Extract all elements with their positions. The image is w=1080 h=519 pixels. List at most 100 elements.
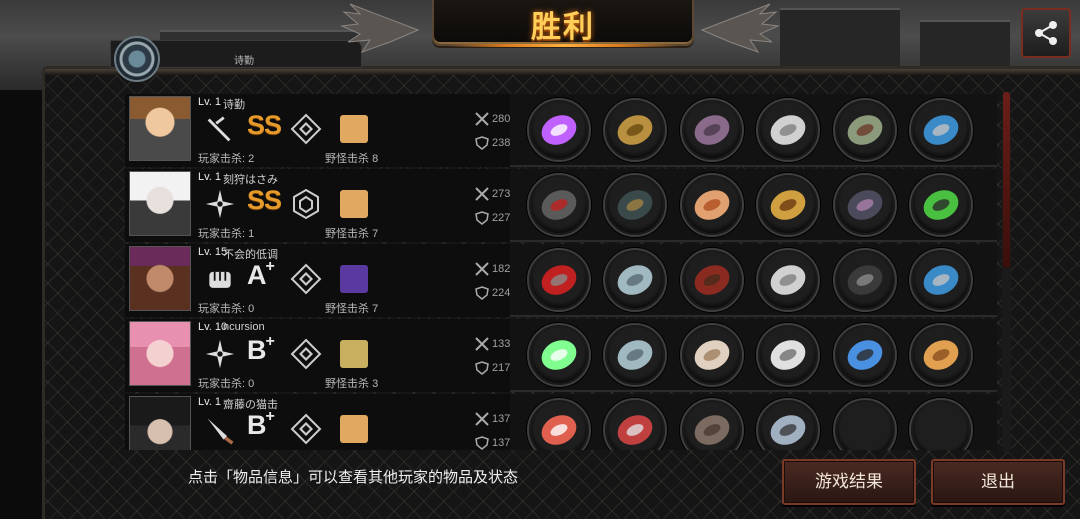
shield-icon [475, 136, 489, 150]
player-rank: B+ [247, 408, 275, 441]
item-slot[interactable] [603, 173, 667, 237]
left-wing-ornament [340, 3, 420, 53]
shield-icon [475, 436, 489, 450]
item-slot[interactable] [603, 98, 667, 162]
player-rank: B+ [247, 333, 275, 366]
crossed-swords-icon [475, 187, 489, 201]
right-wing-ornament [700, 3, 780, 53]
shuriken-icon [201, 186, 239, 222]
player-kills: 玩家击杀: 0 [198, 378, 255, 390]
share-button[interactable] [1021, 8, 1071, 58]
item-slot[interactable] [833, 248, 897, 312]
item-slot[interactable] [909, 398, 973, 450]
player-name: 诗勤 [223, 99, 245, 111]
item-slot[interactable] [833, 98, 897, 162]
crossed-swords-icon [475, 262, 489, 276]
item-slot[interactable] [680, 98, 744, 162]
game-results-button[interactable]: 游戏结果 [782, 459, 916, 505]
player-kills: 玩家击杀: 2 [198, 153, 255, 165]
shield-icon [475, 211, 489, 225]
item-slot[interactable] [833, 398, 897, 450]
knife-icon [201, 411, 239, 447]
victory-title: 胜利 [531, 11, 595, 44]
item-slot[interactable] [909, 173, 973, 237]
player-rank: SS [247, 185, 282, 216]
rank-letter: SS [247, 185, 282, 215]
player-portrait[interactable] [129, 96, 191, 161]
self-avatar [114, 36, 160, 82]
item-slot[interactable] [833, 323, 897, 387]
exit-button[interactable]: 退出 [931, 459, 1065, 505]
defense-stat: 227 [475, 211, 510, 225]
scrollbar-thumb[interactable] [1003, 92, 1010, 268]
item-slot[interactable] [756, 98, 820, 162]
item-slot[interactable] [909, 98, 973, 162]
item-slot[interactable] [527, 398, 591, 450]
item-slot[interactable] [833, 173, 897, 237]
item-slot[interactable] [527, 173, 591, 237]
player-portrait[interactable] [129, 396, 191, 450]
monster-icon [340, 415, 368, 443]
item-slot[interactable] [527, 323, 591, 387]
self-player-name: 诗勤 [234, 56, 254, 67]
hint-text: 点击「物品信息」可以查看其他玩家的物品及状态 [188, 469, 519, 486]
item-slot[interactable] [603, 323, 667, 387]
player-row[interactable]: Lv. 15 不会的低调 A+ 玩家击杀: 0 野怪击杀 7 182 224 [125, 244, 997, 317]
item-slot[interactable] [603, 248, 667, 312]
shuriken-icon [201, 336, 239, 372]
player-kills: 玩家击杀: 0 [198, 303, 255, 315]
defense-stat: 224 [475, 286, 510, 300]
rank-letter: B [247, 335, 266, 365]
player-row[interactable]: Lv. 10 ncursion B+ 玩家击杀: 0 野怪击杀 3 133 217 [125, 319, 997, 392]
attack-stat: 133 [475, 337, 510, 351]
player-portrait[interactable] [129, 246, 191, 311]
item-slot[interactable] [680, 173, 744, 237]
tier-badge-icon [289, 112, 323, 146]
item-slot[interactable] [756, 323, 820, 387]
player-row[interactable]: Lv. 1 刻狩はさみ SS 玩家击杀: 1 野怪击杀 7 273 227 [125, 169, 997, 242]
tonfa-icon [201, 111, 239, 147]
player-row[interactable]: Lv. 1 诗勤 SS 玩家击杀: 2 野怪击杀 8 280 238 [125, 94, 997, 167]
monster-kills: 野怪击杀 7 [325, 303, 379, 315]
item-slot[interactable] [680, 248, 744, 312]
tier-badge-icon [289, 337, 323, 371]
player-kills: 玩家击杀: 1 [198, 228, 255, 240]
attack-stat: 280 [475, 112, 510, 126]
item-slot[interactable] [680, 323, 744, 387]
item-slot[interactable] [756, 398, 820, 450]
player-level: Lv. 1 [198, 96, 222, 108]
tier-badge-icon [289, 262, 323, 296]
item-slot[interactable] [680, 398, 744, 450]
attack-stat: 182 [475, 262, 510, 276]
defense-stat: 217 [475, 361, 510, 375]
player-level: Lv. 1 [198, 396, 222, 408]
item-slot[interactable] [527, 248, 591, 312]
player-name: ncursion [223, 321, 265, 333]
item-slot[interactable] [909, 323, 973, 387]
player-portrait[interactable] [129, 171, 191, 236]
rank-letter: A [247, 260, 266, 290]
monster-kills: 野怪击杀 8 [325, 153, 379, 165]
item-slot[interactable] [603, 398, 667, 450]
banner-glow-line [448, 44, 678, 47]
attack-stat: 273 [475, 187, 510, 201]
player-rank: SS [247, 110, 282, 141]
item-slot[interactable] [756, 173, 820, 237]
item-slot[interactable] [527, 98, 591, 162]
player-row[interactable]: Lv. 1齋藤の猫击B+玩家击杀: 野怪击杀 137137 [125, 394, 997, 450]
tier-badge-icon [289, 412, 323, 446]
defense-stat: 137 [475, 436, 510, 450]
player-portrait[interactable] [129, 321, 191, 386]
monster-icon [340, 190, 368, 218]
rank-letter: SS [247, 110, 282, 140]
monster-kills: 野怪击杀 3 [325, 378, 379, 390]
item-slot[interactable] [909, 248, 973, 312]
shield-icon [475, 361, 489, 375]
player-results-list[interactable]: Lv. 1 诗勤 SS 玩家击杀: 2 野怪击杀 8 280 238 Lv. 1 刻狩はさみ SS… [125, 94, 997, 450]
item-slot[interactable] [756, 248, 820, 312]
tier-badge-icon [289, 187, 323, 221]
player-level: Lv. 1 [198, 171, 222, 183]
share-icon [1035, 21, 1057, 45]
fist-icon [201, 261, 239, 297]
monster-icon [340, 340, 368, 368]
